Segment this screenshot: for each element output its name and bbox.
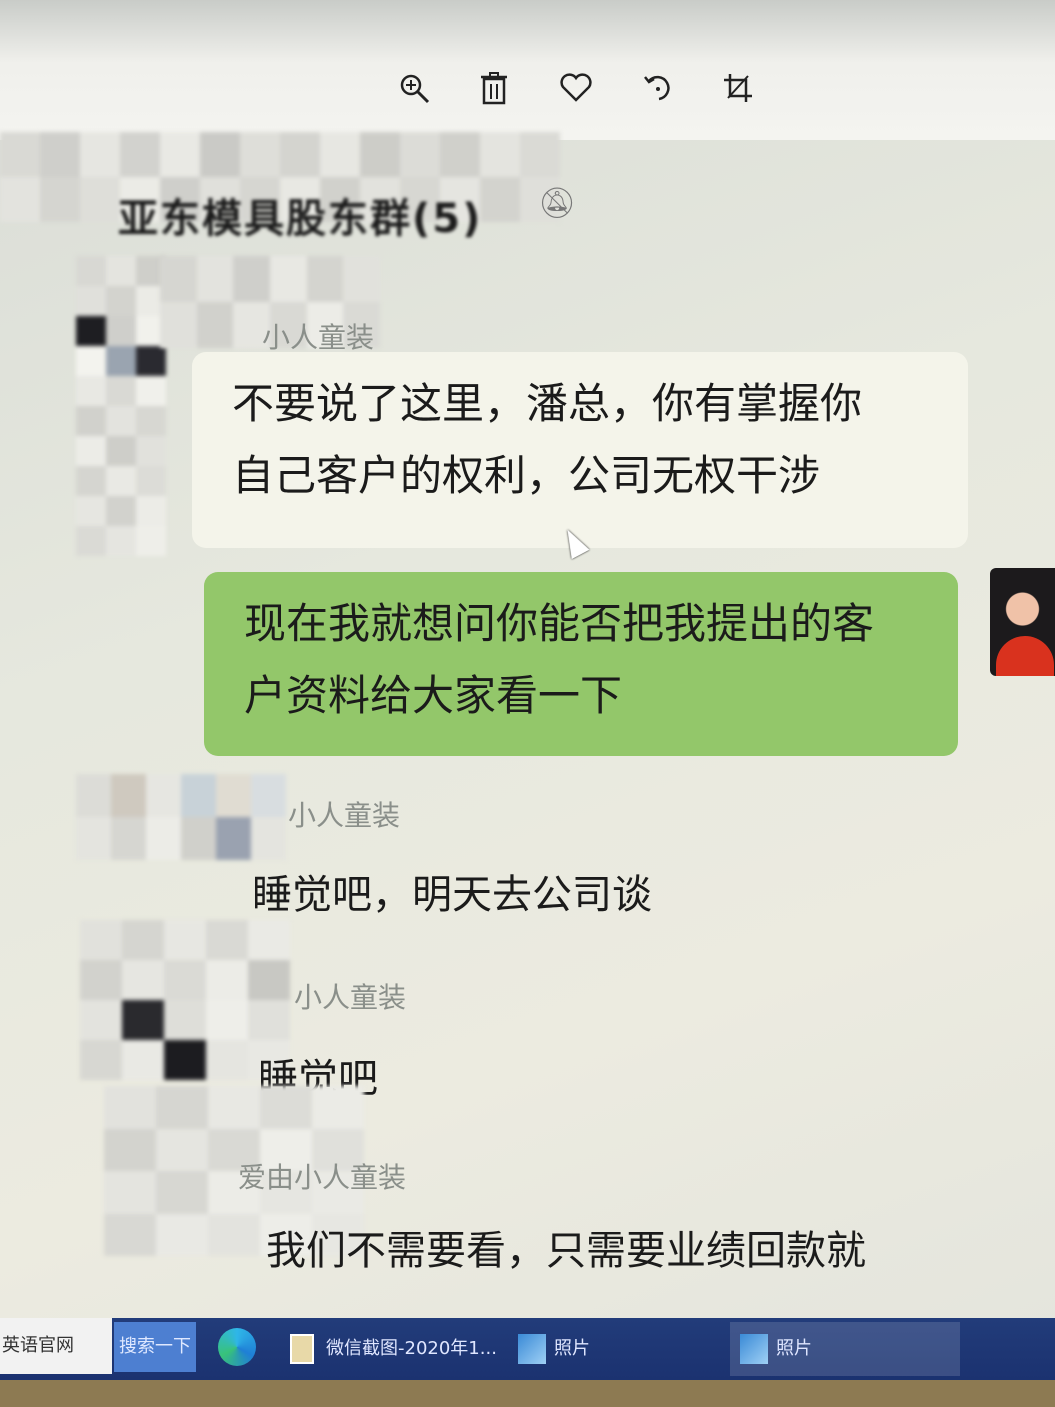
message-line: 自己客户的权利，公司无权干涉: [232, 451, 821, 500]
photo-viewer-toolbar: [0, 0, 1055, 140]
edge-browser-icon[interactable]: [218, 1328, 256, 1366]
message-line: 现在我就想问你能否把我提出的客: [244, 599, 875, 648]
taskbar-item-wechat-screenshot[interactable]: 微信截图-2020年1...: [280, 1322, 498, 1376]
message-line: 户资料给大家看一下: [244, 671, 623, 720]
taskbar-item-label: 微信截图-2020年1...: [326, 1338, 497, 1359]
sender-name: 小人童装: [294, 981, 407, 1014]
photos-icon: [518, 1334, 546, 1364]
taskbar-search-input[interactable]: 英语官网: [0, 1318, 112, 1374]
taskbar-item-photos-active[interactable]: 照片: [730, 1322, 960, 1376]
taskbar-item-label: 照片: [776, 1338, 812, 1359]
bell-off-icon: 🔕︎: [538, 186, 577, 221]
self-avatar[interactable]: [990, 568, 1055, 676]
heart-icon[interactable]: [556, 68, 596, 108]
blurred-avatar: [76, 774, 286, 860]
photos-icon: [740, 1334, 768, 1364]
windows-taskbar: 英语官网 搜索一下 微信截图-2020年1... 照片 照片: [0, 1318, 1055, 1380]
message-text: 睡觉吧，明天去公司谈: [252, 872, 652, 918]
message-text: 我们不需要看，只需要业绩回款就: [266, 1228, 866, 1274]
file-icon: [290, 1334, 314, 1364]
taskbar-search-button[interactable]: 搜索一下: [114, 1322, 196, 1372]
chat-title: 亚东模具股东群(5): [118, 196, 483, 242]
sender-name: 小人童装: [262, 321, 375, 354]
taskbar-item-photos[interactable]: 照片: [508, 1322, 718, 1376]
self-message-bubble: 现在我就想问你能否把我提出的客 户资料给大家看一下: [204, 572, 958, 756]
message-bubble: 不要说了这里，潘总，你有掌握你 自己客户的权利，公司无权干涉: [192, 352, 968, 548]
blurred-avatar: [76, 256, 166, 556]
sender-name: 小人童装: [288, 799, 401, 832]
rotate-icon[interactable]: [638, 68, 678, 108]
magnifier-plus-icon[interactable]: [394, 68, 434, 108]
crop-icon[interactable]: [718, 68, 758, 108]
message-line: 不要说了这里，潘总，你有掌握你: [232, 379, 863, 428]
trash-icon[interactable]: [474, 68, 514, 108]
taskbar-item-label: 照片: [554, 1338, 590, 1359]
monitor-bezel: [0, 1380, 1055, 1407]
sender-name: 爱由小人童装: [238, 1161, 407, 1194]
